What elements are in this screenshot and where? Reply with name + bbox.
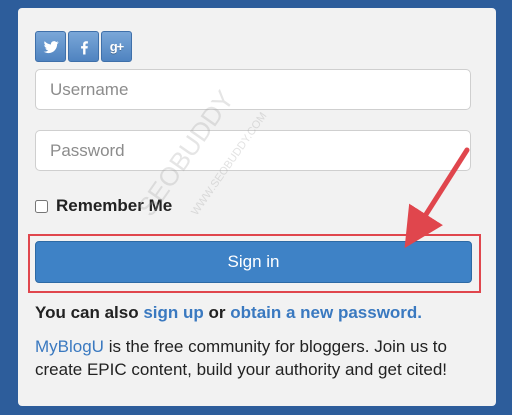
- remember-me-row: Remember Me: [35, 196, 172, 216]
- alternate-options-text: You can also sign up or obtain a new pas…: [35, 303, 422, 323]
- remember-me-label[interactable]: Remember Me: [56, 196, 172, 216]
- sign-in-button[interactable]: Sign in: [35, 241, 472, 283]
- google-plus-icon: g+: [109, 39, 125, 54]
- login-panel: g+ Remember Me Sign in You can also sign…: [18, 8, 496, 406]
- google-plus-login-button[interactable]: g+: [101, 31, 132, 62]
- community-description: MyBlogU is the free community for blogge…: [35, 335, 475, 381]
- password-input[interactable]: [35, 130, 471, 171]
- username-input[interactable]: [35, 69, 471, 110]
- twitter-login-button[interactable]: [35, 31, 66, 62]
- facebook-login-button[interactable]: [68, 31, 99, 62]
- remember-me-checkbox[interactable]: [35, 199, 48, 213]
- obtain-password-link[interactable]: obtain a new password.: [230, 303, 422, 322]
- or-text: or: [208, 303, 226, 322]
- sign-up-link[interactable]: sign up: [143, 303, 203, 322]
- also-prefix: You can also: [35, 303, 139, 322]
- facebook-icon: [80, 40, 88, 54]
- twitter-icon: [43, 40, 59, 53]
- myblogu-link[interactable]: MyBlogU: [35, 337, 104, 356]
- social-login-row: g+: [35, 31, 132, 62]
